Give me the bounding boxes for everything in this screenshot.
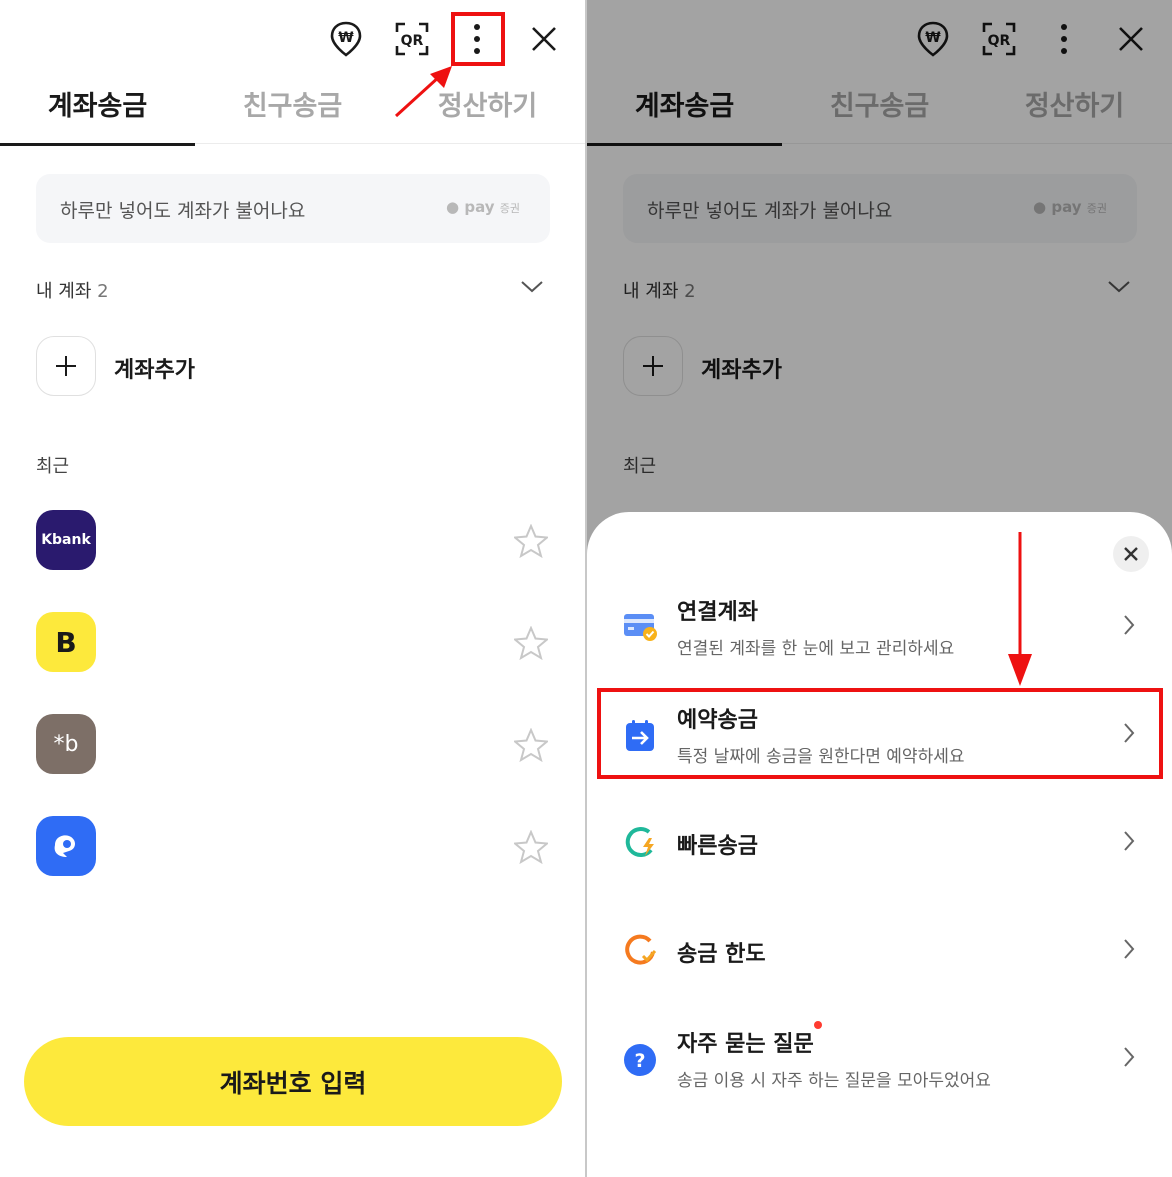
highlight-box [597,688,1163,779]
banner-text: 하루만 넣어도 계좌가 불어나요 [60,200,306,222]
pay-badge-suffix: 증권 [499,202,520,215]
chevron-right-icon [1124,939,1135,959]
toss-logo [36,816,96,876]
star-icon[interactable] [514,830,548,864]
toss-swirl-icon [54,835,75,857]
menu-item-title: 연결계좌 [677,600,758,625]
chevron-right-icon [1124,615,1135,635]
promo-banner[interactable]: 하루만 넣어도 계좌가 불어나요 ● pay 증권 [36,174,550,243]
sheet-close-button[interactable] [1113,536,1149,572]
new-badge-dot [814,1021,822,1029]
kb-logo: *b [36,714,96,774]
annotation-arrow-icon [1008,532,1032,686]
my-accounts-count: 2 [97,281,109,302]
plus-icon [56,356,76,376]
question-icon: ? [624,1044,656,1076]
tab-bar: 계좌송금 친구송금 정산하기 [0,78,585,146]
close-icon[interactable] [520,15,568,63]
kakaobank-logo: B [36,612,96,672]
more-menu-sheet: 연결계좌 연결된 계좌를 한 눈에 보고 관리하세요 예약송금 특정 날짜에 송… [587,512,1172,1177]
menu-item-subtitle: 연결된 계좌를 한 눈에 보고 관리하세요 [677,639,955,659]
kbank-logo: Kbank [36,510,96,570]
qr-icon[interactable]: QR [388,15,436,63]
menu-item-linked-accounts[interactable]: 연결계좌 연결된 계좌를 한 눈에 보고 관리하세요 [587,584,1172,670]
svg-text:₩: ₩ [338,30,354,46]
star-icon[interactable] [514,626,548,660]
fast-transfer-icon [625,827,654,858]
menu-item-fast-transfer[interactable]: 빠른송금 [587,800,1172,886]
menu-item-subtitle: 송금 이용 시 자주 하는 질문을 모아두었어요 [677,1071,991,1091]
recent-item[interactable]: B [36,612,556,674]
chevron-right-icon [1124,1047,1135,1067]
menu-item-title: 송금 한도 [677,942,766,967]
pay-badge: ● pay 증권 [446,198,520,216]
menu-item-faq[interactable]: ? 자주 묻는 질문 송금 이용 시 자주 하는 질문을 모아두었어요 [587,1016,1172,1102]
tab-friend-transfer[interactable]: 친구송금 [195,78,390,144]
limit-check-icon [625,934,657,965]
recent-item[interactable]: Kbank [36,510,556,572]
close-icon [1124,547,1138,561]
recent-item[interactable]: *b [36,714,556,776]
menu-item-transfer-limit[interactable]: 송금 한도 [587,908,1172,994]
menu-item-title: 자주 묻는 질문 [677,1032,814,1057]
tab-account-transfer[interactable]: 계좌송금 [0,78,195,146]
recent-title: 최근 [36,456,70,477]
left-screen: ₩ QR 계좌송금 친구송금 정산하기 하루만 넣어도 계좌가 불어나요 ● p… [0,0,586,1177]
my-accounts-label: 내 계좌 [36,281,92,302]
pay-badge-label: pay [464,198,495,216]
star-icon[interactable] [514,728,548,762]
add-account-label[interactable]: 계좌추가 [114,352,195,384]
add-account-button[interactable] [36,336,96,396]
svg-text:?: ? [634,1050,645,1072]
right-screen: ₩ QR 계좌송금 친구송금 정산하기 하루만 넣어도 계좌가 불어나요 ● p… [586,0,1172,1177]
card-check-icon [624,614,657,641]
svg-text:QR: QR [401,33,424,49]
recent-item[interactable] [36,816,556,878]
menu-item-title: 빠른송금 [677,834,758,859]
star-icon[interactable] [514,524,548,558]
tab-settlement[interactable]: 정산하기 [390,78,585,144]
my-accounts-header[interactable]: 내 계좌 2 [36,277,109,303]
highlight-box [451,12,505,66]
enter-account-number-button[interactable]: 계좌번호 입력 [24,1037,562,1126]
chevron-down-icon[interactable] [520,280,544,294]
chevron-right-icon [1124,831,1135,851]
won-pin-icon[interactable]: ₩ [322,15,370,63]
